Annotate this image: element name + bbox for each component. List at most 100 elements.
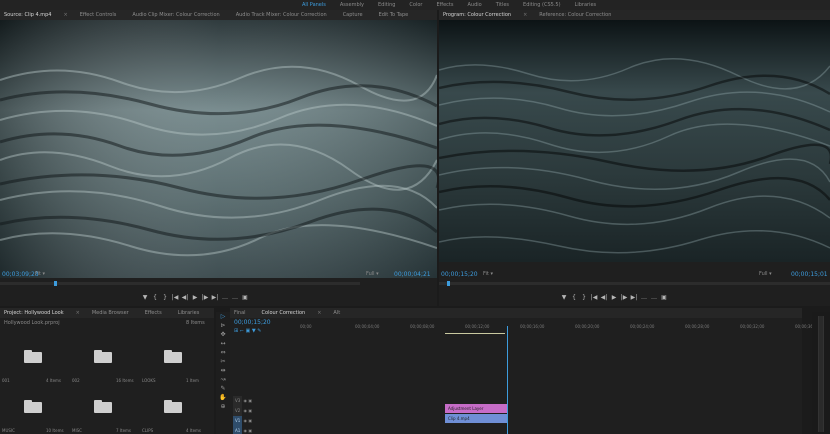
transport-button[interactable]: ▶ xyxy=(609,294,619,301)
folder-icon[interactable] xyxy=(164,400,182,413)
source-tab[interactable]: Audio Track Mixer: Colour Correction xyxy=(236,10,327,20)
bin-count: 1 Item xyxy=(186,378,199,383)
close-icon[interactable]: × xyxy=(63,10,67,20)
transport-button[interactable]: ▼ xyxy=(559,294,569,301)
folder-icon[interactable] xyxy=(24,400,42,413)
transport-button[interactable]: ▶| xyxy=(210,294,220,301)
program-tab[interactable]: Program: Colour Correction xyxy=(443,10,511,20)
project-file-name: Hollywood Look.prproj xyxy=(4,320,60,326)
transport-button[interactable]: |▶ xyxy=(200,294,210,301)
workspace-tab[interactable]: Editing (CS5.5) xyxy=(523,0,561,10)
source-resolution-select[interactable]: Full ▾ xyxy=(366,271,379,277)
folder-icon[interactable] xyxy=(94,350,112,363)
folder-body xyxy=(24,402,42,413)
source-tab[interactable]: Edit To Tape xyxy=(379,10,409,20)
project-tab[interactable]: Media Browser xyxy=(92,308,129,318)
transport-button[interactable]: … xyxy=(230,294,240,301)
eye-icon[interactable]: ◉ ▣ xyxy=(242,428,253,433)
tool-button[interactable]: ⊕ xyxy=(216,402,230,411)
transport-button[interactable]: { xyxy=(569,294,579,301)
tool-button[interactable]: ✋ xyxy=(216,393,230,402)
track-header[interactable]: V2 ◉ ▣ xyxy=(230,406,300,416)
project-tab[interactable]: Libraries xyxy=(178,308,200,318)
source-timecode[interactable]: 00;03;09;28 xyxy=(2,271,39,278)
timeline-tabs: Final Colour Correction × Alt xyxy=(230,308,802,318)
tool-button[interactable]: ⇹ xyxy=(216,366,230,375)
source-zoom-select[interactable]: Fit ▾ xyxy=(35,271,45,277)
project-tab[interactable]: Effects xyxy=(145,308,162,318)
workspace-tab[interactable]: Assembly xyxy=(340,0,364,10)
transport-button[interactable]: |▶ xyxy=(619,294,629,301)
transport-button[interactable]: ◀| xyxy=(180,294,190,301)
track-header[interactable]: A1 ◉ ▣ xyxy=(230,426,300,434)
tools-panel: ▷ ⊳ ✥ ↔ ⇔ ✂ ⇹ ↝ ✎ ✋ ⊕ xyxy=(216,312,230,434)
tool-button[interactable]: ✥ xyxy=(216,330,230,339)
program-playhead[interactable] xyxy=(446,281,450,286)
tool-button[interactable]: ⇔ xyxy=(216,348,230,357)
tool-button[interactable]: ↝ xyxy=(216,375,230,384)
workspace-tab[interactable]: Effects xyxy=(436,0,453,10)
close-icon[interactable]: × xyxy=(523,10,527,20)
transport-button[interactable]: ▼ xyxy=(140,294,150,301)
program-zoom-select[interactable]: Fit ▾ xyxy=(483,271,493,277)
folder-icon[interactable] xyxy=(94,400,112,413)
transport-button[interactable]: … xyxy=(649,294,659,301)
workspace-tab[interactable]: Libraries xyxy=(575,0,597,10)
tool-button[interactable]: ▷ xyxy=(216,312,230,321)
close-icon[interactable]: × xyxy=(76,308,80,318)
transport-button[interactable]: |◀ xyxy=(170,294,180,301)
program-monitor: Program: Colour Correction × Reference: Co… xyxy=(439,10,830,306)
audio-meter xyxy=(812,312,830,434)
transport-button[interactable]: … xyxy=(639,294,649,301)
transport-button[interactable]: ▶ xyxy=(190,294,200,301)
workspace-tab[interactable]: Audio xyxy=(467,0,481,10)
folder-body xyxy=(24,352,42,363)
source-scrub-bar[interactable] xyxy=(0,281,360,286)
source-tab[interactable]: Capture xyxy=(343,10,363,20)
source-tab[interactable]: Source: Clip 4.mp4 xyxy=(4,10,51,20)
source-playhead[interactable] xyxy=(54,281,57,286)
track-header[interactable]: V3 ◉ ▣ xyxy=(230,396,300,406)
transport-button[interactable]: ▣ xyxy=(659,294,669,301)
timeline-playhead[interactable] xyxy=(507,326,508,434)
timeline-clip[interactable]: Adjustment Layer xyxy=(445,404,507,413)
timeline-timecode[interactable]: 00;00;15;20 xyxy=(234,319,271,326)
timeline-tab[interactable]: Final xyxy=(234,308,246,318)
program-resolution-select[interactable]: Full ▾ xyxy=(759,271,772,277)
workspace-tab[interactable]: All Panels xyxy=(302,0,326,10)
source-tab[interactable]: Audio Clip Mixer: Colour Correction xyxy=(132,10,219,20)
folder-icon[interactable] xyxy=(164,350,182,363)
tool-button[interactable]: ⊳ xyxy=(216,321,230,330)
workspace-tab[interactable]: Editing xyxy=(378,0,395,10)
program-scrub-bar[interactable] xyxy=(439,281,830,286)
transport-button[interactable]: ▶| xyxy=(629,294,639,301)
source-tab[interactable]: Effect Controls xyxy=(80,10,117,20)
eye-icon[interactable]: ◉ ▣ xyxy=(242,418,253,423)
tool-button[interactable]: ✎ xyxy=(216,384,230,393)
program-tab[interactable]: Reference: Colour Correction xyxy=(539,10,611,20)
workspace-tab[interactable]: Color xyxy=(409,0,422,10)
project-tab[interactable]: Project: Hollywood Look xyxy=(4,308,64,318)
timeline-tab[interactable]: Colour Correction xyxy=(262,308,306,318)
timeline-tab[interactable]: Alt xyxy=(333,308,340,318)
workspace-tab[interactable]: Titles xyxy=(496,0,509,10)
close-icon[interactable]: × xyxy=(317,308,321,318)
folder-icon[interactable] xyxy=(24,350,42,363)
transport-button[interactable]: |◀ xyxy=(589,294,599,301)
folder-body xyxy=(94,352,112,363)
eye-icon[interactable]: ◉ ▣ xyxy=(242,408,253,413)
transport-button[interactable]: ◀| xyxy=(599,294,609,301)
transport-button[interactable]: ▣ xyxy=(240,294,250,301)
eye-icon[interactable]: ◉ ▣ xyxy=(242,398,253,403)
transport-button[interactable]: { xyxy=(150,294,160,301)
transport-button[interactable]: } xyxy=(160,294,170,301)
transport-button[interactable]: … xyxy=(220,294,230,301)
tool-button[interactable]: ↔ xyxy=(216,339,230,348)
timeline-clip[interactable]: Clip 4.mp4 xyxy=(445,414,507,423)
timeline-toolbar[interactable]: ⊞ ⌐ ▣ ▼ ✎ xyxy=(234,328,262,334)
work-area-bar[interactable] xyxy=(445,333,505,334)
transport-button[interactable]: } xyxy=(579,294,589,301)
tool-button[interactable]: ✂ xyxy=(216,357,230,366)
program-timecode[interactable]: 00;00;15;20 xyxy=(441,271,478,278)
track-header[interactable]: V1 ◉ ▣ xyxy=(230,416,300,426)
